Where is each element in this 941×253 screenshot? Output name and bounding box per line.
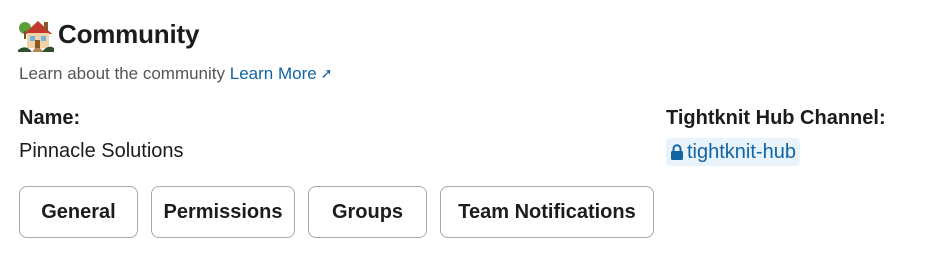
lock-icon bbox=[670, 143, 684, 161]
hub-channel-name: tightknit-hub bbox=[687, 140, 796, 163]
page-header: Community bbox=[18, 14, 199, 54]
tab-team-notifications[interactable]: Team Notifications bbox=[440, 186, 654, 238]
page-description: Learn about the community Learn More ➚ bbox=[19, 64, 332, 84]
learn-more-label: Learn More bbox=[229, 64, 317, 83]
tab-permissions[interactable]: Permissions bbox=[151, 186, 295, 238]
external-link-arrow-icon: ➚ bbox=[320, 65, 333, 81]
settings-tabs: General Permissions Groups Team Notifica… bbox=[19, 186, 667, 240]
tab-general[interactable]: General bbox=[19, 186, 138, 238]
hub-channel-link[interactable]: tightknit-hub bbox=[666, 138, 800, 166]
hub-channel-label: Tightknit Hub Channel: bbox=[666, 107, 886, 129]
name-label: Name: bbox=[19, 107, 81, 129]
description-text: Learn about the community bbox=[19, 64, 226, 83]
learn-more-link[interactable]: Learn More ➚ bbox=[230, 64, 333, 83]
tab-groups[interactable]: Groups bbox=[308, 186, 427, 238]
page-title: Community bbox=[58, 18, 200, 49]
house-with-garden-icon bbox=[18, 16, 54, 52]
community-name-value: Pinnacle Solutions bbox=[19, 140, 184, 162]
